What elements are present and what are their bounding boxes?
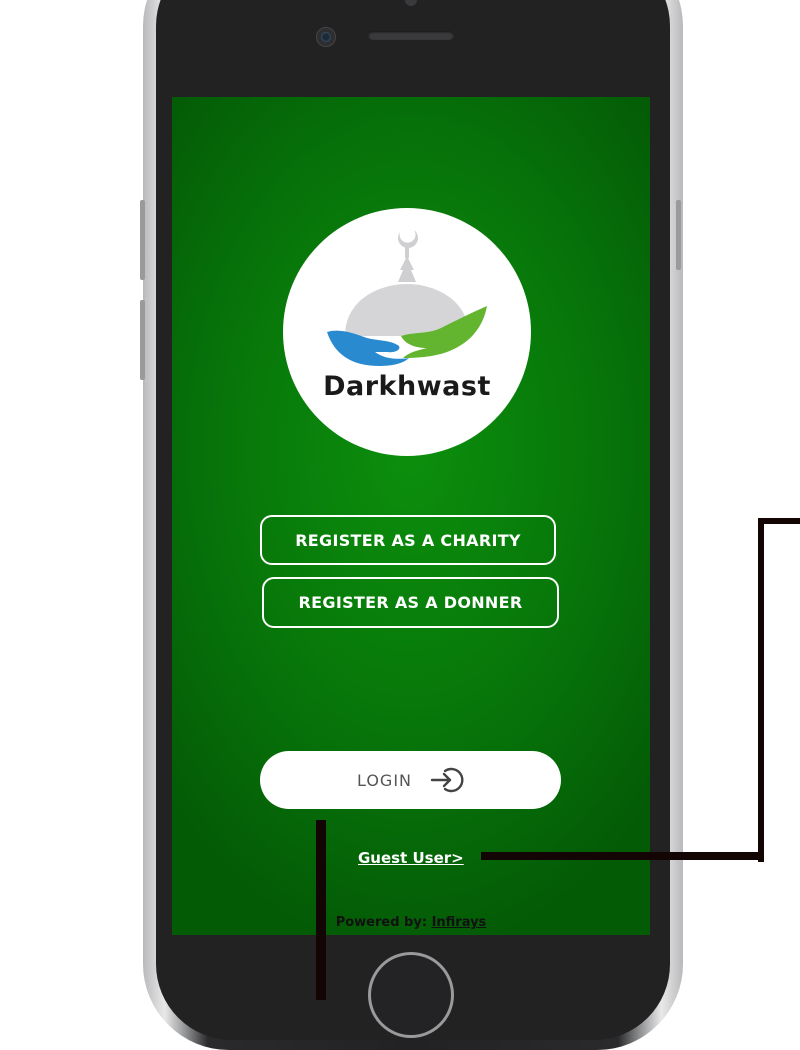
- volume-up-button: [140, 200, 145, 280]
- connector-line-guest: [481, 852, 764, 860]
- login-label: LOGIN: [356, 770, 413, 790]
- login-button[interactable]: LOGIN: [260, 751, 561, 809]
- powered-by-label: Powered by:: [335, 915, 428, 930]
- logo-wordmark: Darkhwast: [323, 371, 491, 402]
- front-camera-icon: [316, 27, 336, 47]
- powered-by-footer: Powered by: Infirays: [172, 915, 650, 930]
- register-charity-button[interactable]: REGISTER AS A CHARITY: [260, 515, 556, 565]
- app-logo: Darkhwast: [283, 208, 531, 456]
- connector-line-vertical-right: [758, 518, 764, 862]
- earpiece-speaker: [368, 31, 454, 40]
- app-screen: Darkhwast REGISTER AS A CHARITY REGISTER…: [172, 97, 650, 935]
- mosque-dome-hands-icon: [327, 230, 487, 366]
- home-button[interactable]: [368, 952, 454, 1038]
- volume-down-button: [140, 300, 145, 380]
- company-link[interactable]: Infirays: [432, 915, 487, 930]
- power-button: [676, 200, 681, 270]
- guest-user-link[interactable]: Guest User>: [358, 849, 464, 867]
- connector-line-login: [316, 820, 326, 1000]
- register-donner-button[interactable]: REGISTER AS A DONNER: [262, 577, 559, 628]
- connector-line-top: [760, 518, 800, 524]
- sign-in-arrow-icon: [430, 767, 464, 793]
